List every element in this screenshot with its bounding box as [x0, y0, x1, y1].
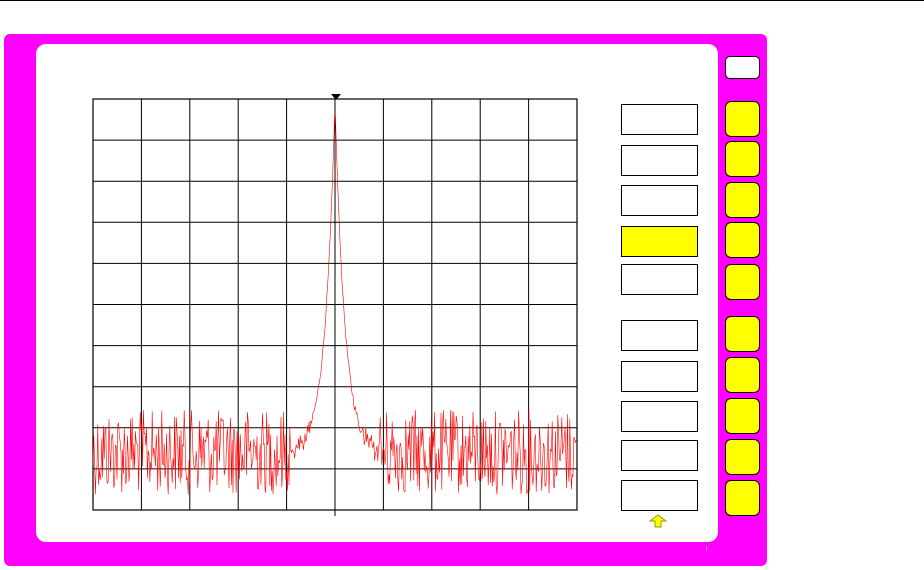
soft-key-2[interactable] [621, 145, 698, 176]
soft-key-6[interactable] [621, 320, 698, 351]
soft-key-7[interactable] [621, 361, 698, 392]
soft-key-5[interactable] [621, 264, 698, 295]
bezel-button-1[interactable] [725, 101, 760, 137]
spectrum-display [92, 94, 578, 516]
corner-mark [706, 546, 707, 551]
bezel-button-6[interactable] [725, 316, 760, 352]
bezel-button-4[interactable] [725, 222, 760, 258]
soft-key-3[interactable] [621, 185, 698, 216]
bezel-button-7[interactable] [725, 357, 760, 393]
menu-hardware-button[interactable] [725, 56, 760, 79]
soft-key-10[interactable] [621, 480, 698, 511]
arrow-up-icon[interactable] [649, 514, 667, 528]
soft-key-1[interactable] [621, 104, 698, 135]
top-rule [0, 0, 924, 1]
bezel-button-2[interactable] [725, 141, 760, 177]
bezel-button-10[interactable] [725, 480, 760, 516]
soft-key-9[interactable] [621, 440, 698, 471]
bezel-button-8[interactable] [725, 398, 760, 434]
soft-key-4[interactable] [621, 226, 698, 257]
bezel-button-3[interactable] [725, 182, 760, 218]
bezel-button-9[interactable] [725, 439, 760, 475]
soft-key-8[interactable] [621, 401, 698, 432]
bezel-button-5[interactable] [725, 264, 760, 300]
